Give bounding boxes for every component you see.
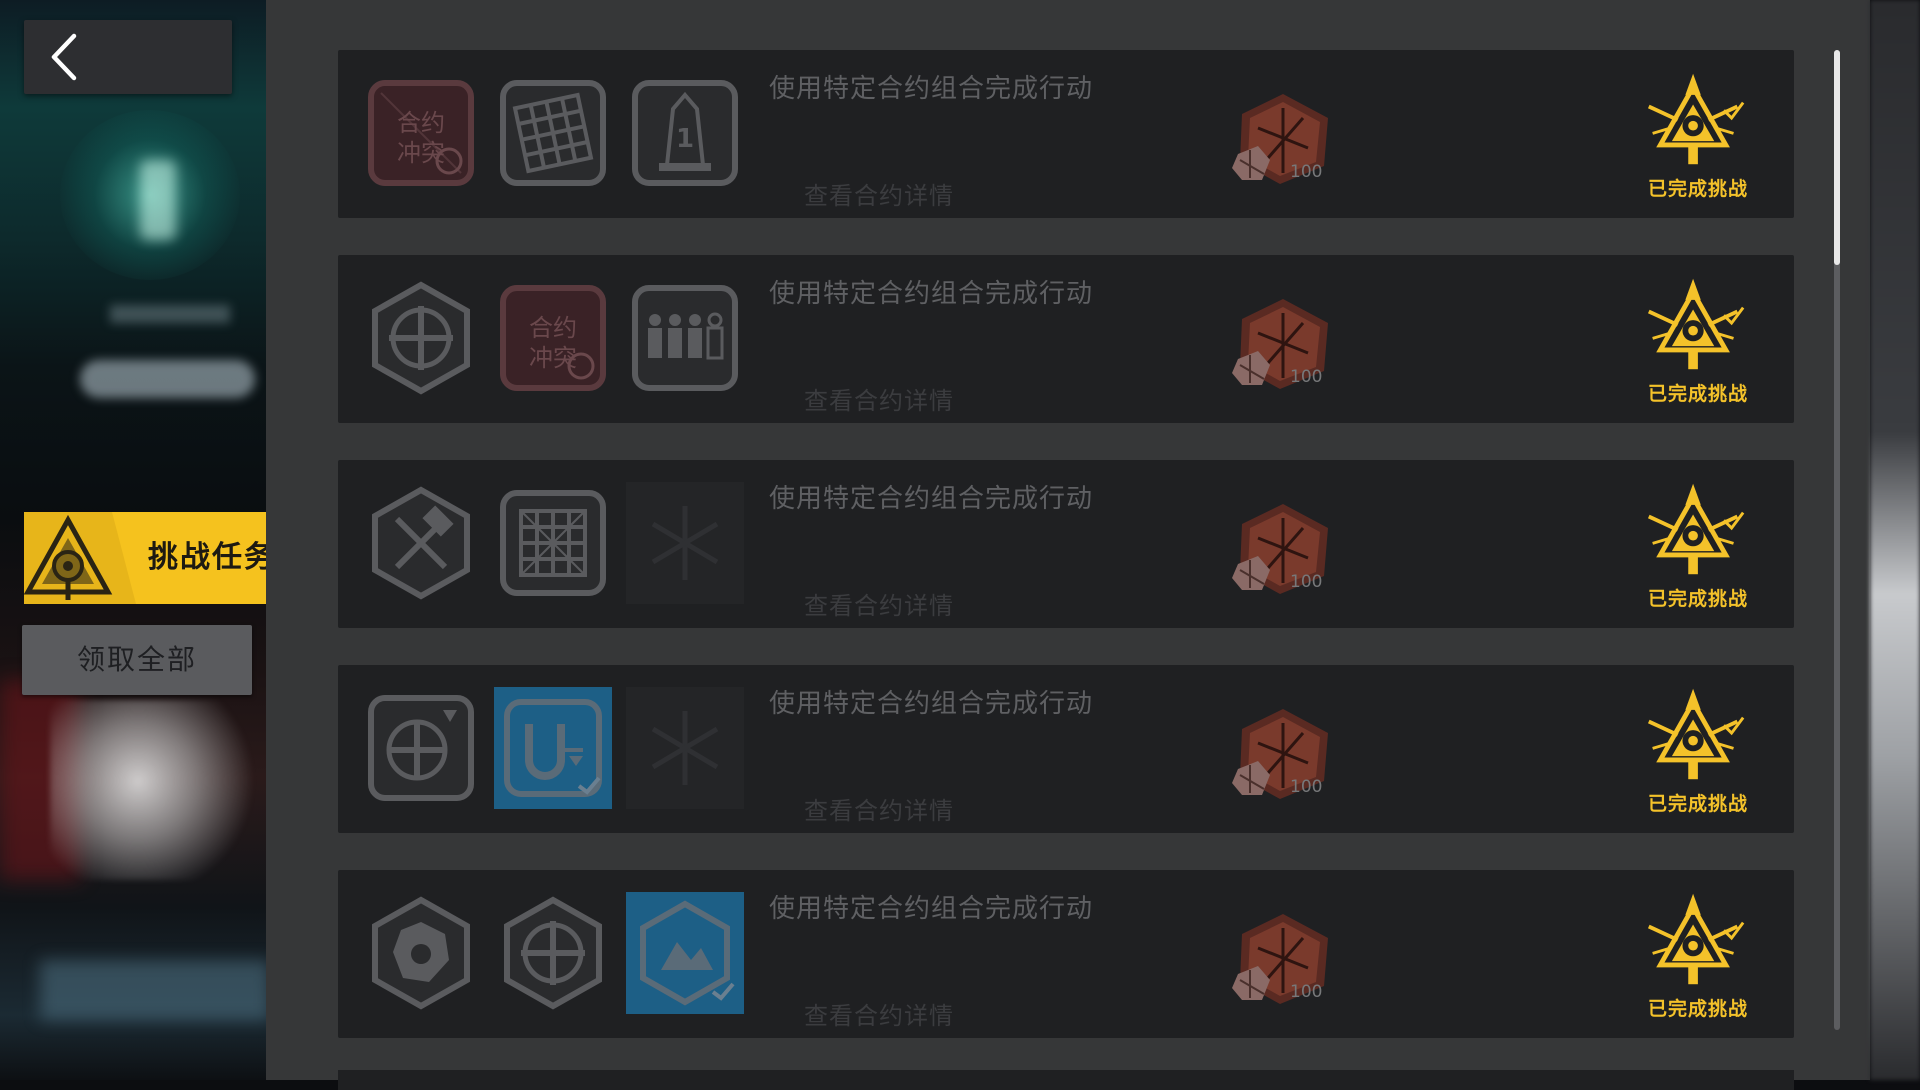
- task-card: 合约 冲突 1 使用特定合约组合完成行动 查看合约详情 100 已完成挑战: [338, 50, 1794, 218]
- squad-icon: [632, 285, 738, 391]
- status-label: 已完成挑战: [1647, 383, 1748, 405]
- background-art: [40, 960, 266, 1020]
- task-card-partial: [338, 1070, 1794, 1090]
- contract-slot[interactable]: 合约 冲突: [494, 277, 612, 399]
- grid-icon: [500, 80, 606, 186]
- contract-slot[interactable]: [494, 892, 612, 1014]
- contract-slot[interactable]: 合约 冲突: [362, 72, 480, 194]
- scrollbar-thumb[interactable]: [1834, 50, 1840, 265]
- empty-slot-icon: [651, 711, 719, 785]
- back-button[interactable]: [24, 20, 232, 94]
- task-description: 使用特定合约组合完成行动: [769, 484, 1094, 514]
- task-description: 使用特定合约组合完成行动: [769, 279, 1094, 309]
- contract-slot[interactable]: [362, 482, 480, 604]
- reward-count: 100: [1290, 982, 1323, 1002]
- status-label: 已完成挑战: [1647, 793, 1748, 815]
- hex-terrain-icon: [640, 900, 735, 1006]
- magnet-icon: [504, 699, 602, 797]
- alert-triangle-emblem-icon: [23, 512, 136, 604]
- empty-contract-slot[interactable]: [626, 687, 744, 809]
- contract-slot-selected[interactable]: [626, 892, 744, 1014]
- hex-cross-icon: [372, 281, 470, 395]
- background-art: [110, 305, 230, 323]
- challenge-complete-icon: [1643, 66, 1747, 170]
- tab-label: 挑战任务: [148, 540, 276, 575]
- contract-details-link[interactable]: 查看合约详情: [804, 996, 954, 1031]
- status-label: 已完成挑战: [1647, 588, 1748, 610]
- tower-one-icon: 1: [632, 80, 738, 186]
- challenge-complete-icon: [1643, 681, 1747, 785]
- grid-icon: [500, 490, 606, 596]
- contract-slot[interactable]: [362, 277, 480, 399]
- reward-count: 100: [1290, 777, 1323, 797]
- task-card: 使用特定合约组合完成行动 查看合约详情 100 已完成挑战: [338, 870, 1794, 1038]
- background-art: [1870, 0, 1920, 1080]
- reward-count: 100: [1290, 572, 1323, 592]
- contract-details-link[interactable]: 查看合约详情: [804, 381, 954, 416]
- task-card: 合约 冲突 使用特定合约组合完成行动 查看合约详情 100 已完成挑战: [338, 255, 1794, 423]
- background-art: [80, 360, 255, 398]
- chevron-left-icon: [51, 33, 77, 81]
- challenge-complete-icon: [1643, 271, 1747, 375]
- empty-contract-slot[interactable]: [626, 482, 744, 604]
- contract-details-link[interactable]: 查看合约详情: [804, 586, 954, 621]
- contract-slot[interactable]: [494, 482, 612, 604]
- task-card: 使用特定合约组合完成行动 查看合约详情 100 已完成挑战: [338, 460, 1794, 628]
- shield-cross-icon: [368, 695, 474, 801]
- contract-details-link[interactable]: 查看合约详情: [804, 791, 954, 826]
- background-art: [140, 160, 176, 240]
- task-card: 使用特定合约组合完成行动 查看合约详情 100 已完成挑战: [338, 665, 1794, 833]
- background-art: [50, 700, 266, 880]
- contract-clash-icon: 合约 冲突: [368, 80, 474, 186]
- task-description: 使用特定合约组合完成行动: [769, 74, 1094, 104]
- hex-burst-icon: [372, 896, 470, 1010]
- svg-text:合约: 合约: [529, 314, 577, 342]
- reward-count: 100: [1290, 162, 1323, 182]
- contract-clash-icon: 合约 冲突: [500, 285, 606, 391]
- empty-slot-icon: [651, 506, 719, 580]
- hex-cross-icon: [504, 896, 602, 1010]
- task-description: 使用特定合约组合完成行动: [769, 689, 1094, 719]
- contract-details-link[interactable]: 查看合约详情: [804, 176, 954, 211]
- contract-slot[interactable]: 1: [626, 72, 744, 194]
- claim-all-button[interactable]: 领取全部: [22, 625, 252, 695]
- svg-text:1: 1: [676, 124, 694, 154]
- challenge-complete-icon: [1643, 886, 1747, 990]
- task-description: 使用特定合约组合完成行动: [769, 894, 1094, 924]
- contract-slot[interactable]: [362, 892, 480, 1014]
- challenge-complete-icon: [1643, 476, 1747, 580]
- status-label: 已完成挑战: [1647, 178, 1748, 200]
- status-label: 已完成挑战: [1647, 998, 1748, 1020]
- contract-slot[interactable]: [362, 687, 480, 809]
- contract-slot[interactable]: [494, 72, 612, 194]
- contract-slot-selected[interactable]: [494, 687, 612, 809]
- hex-tools-icon: [372, 486, 470, 600]
- contract-slot[interactable]: [626, 277, 744, 399]
- reward-count: 100: [1290, 367, 1323, 387]
